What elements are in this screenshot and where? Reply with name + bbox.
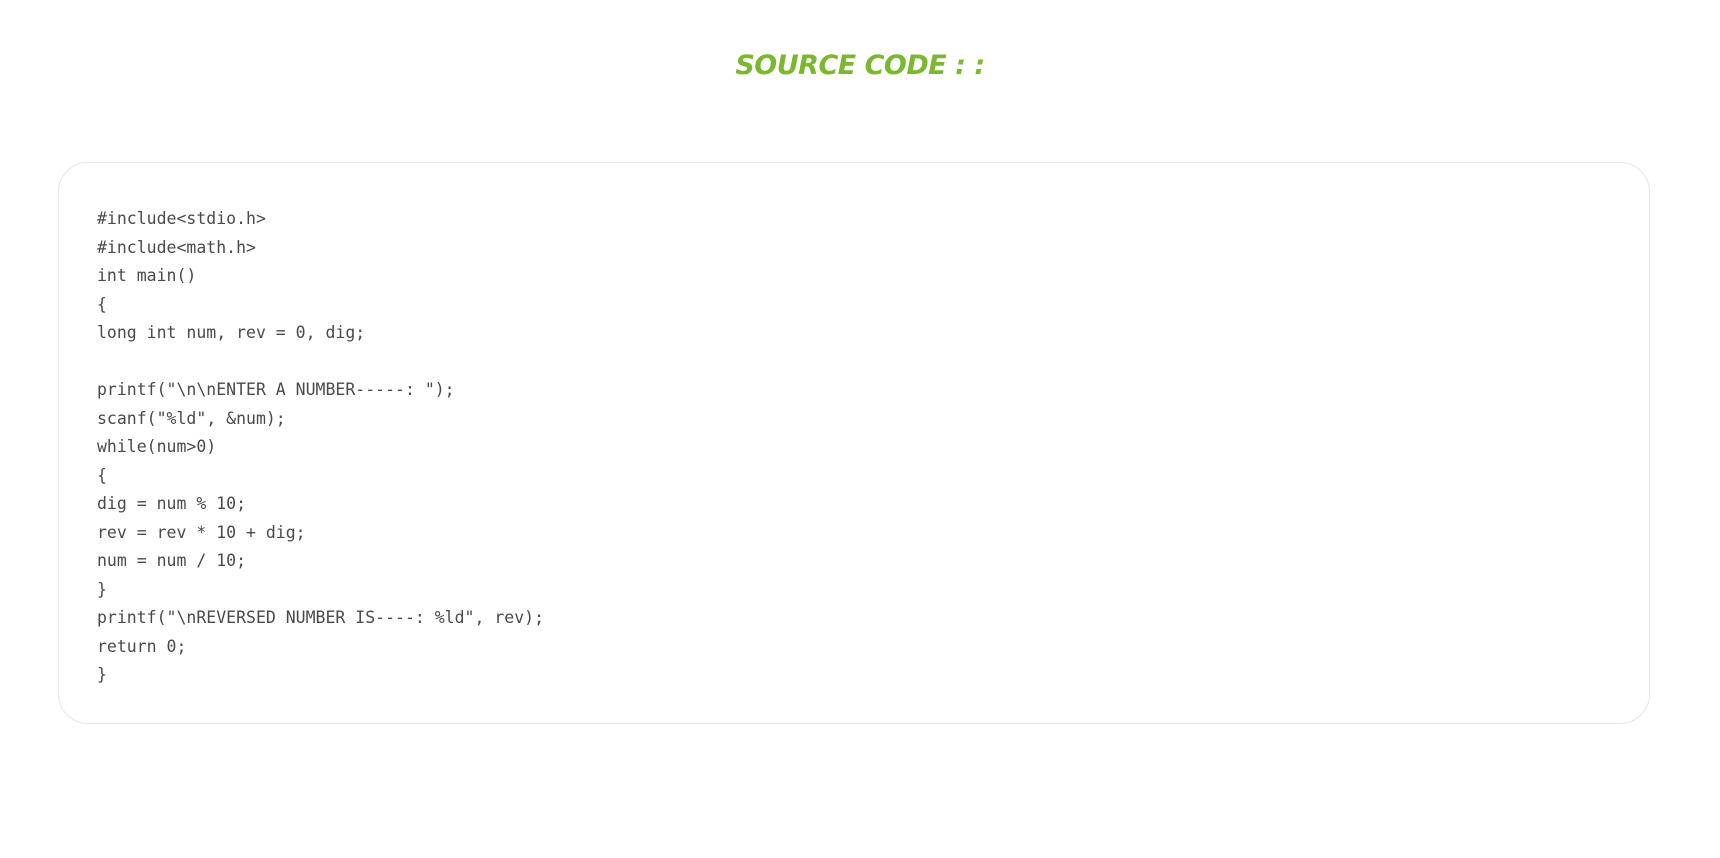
code-line: dig = num % 10; [97,494,247,513]
code-line: printf("\nREVERSED NUMBER IS----: %ld", … [97,608,545,627]
code-line: } [97,579,107,599]
code-line: { [97,465,107,485]
code-line: while(num>0) [97,437,217,456]
source-code[interactable]: #include<stdio.h> #include<math.h> int mai… [97,205,544,690]
code-line: return 0; [97,636,187,656]
code-block: #include<stdio.h> #include<math.h> int mai… [58,162,1650,724]
code-line: { [97,294,107,314]
code-line: #include<math.h> [97,237,256,257]
code-line: } [97,665,107,684]
code-line: int main() [97,266,197,285]
code-line: num = num / 10; [97,551,247,570]
code-line: scanf("%ld", &num); [97,408,286,428]
code-line: rev = rev * 10 + dig; [97,522,306,542]
code-line: printf("\n\nENTER A NUMBER-----: "); [97,380,455,399]
code-line: long int num, rev = 0, dig; [97,323,366,342]
code-line: #include<stdio.h> [97,209,266,228]
page-title: SOURCE CODE : : [735,50,985,81]
